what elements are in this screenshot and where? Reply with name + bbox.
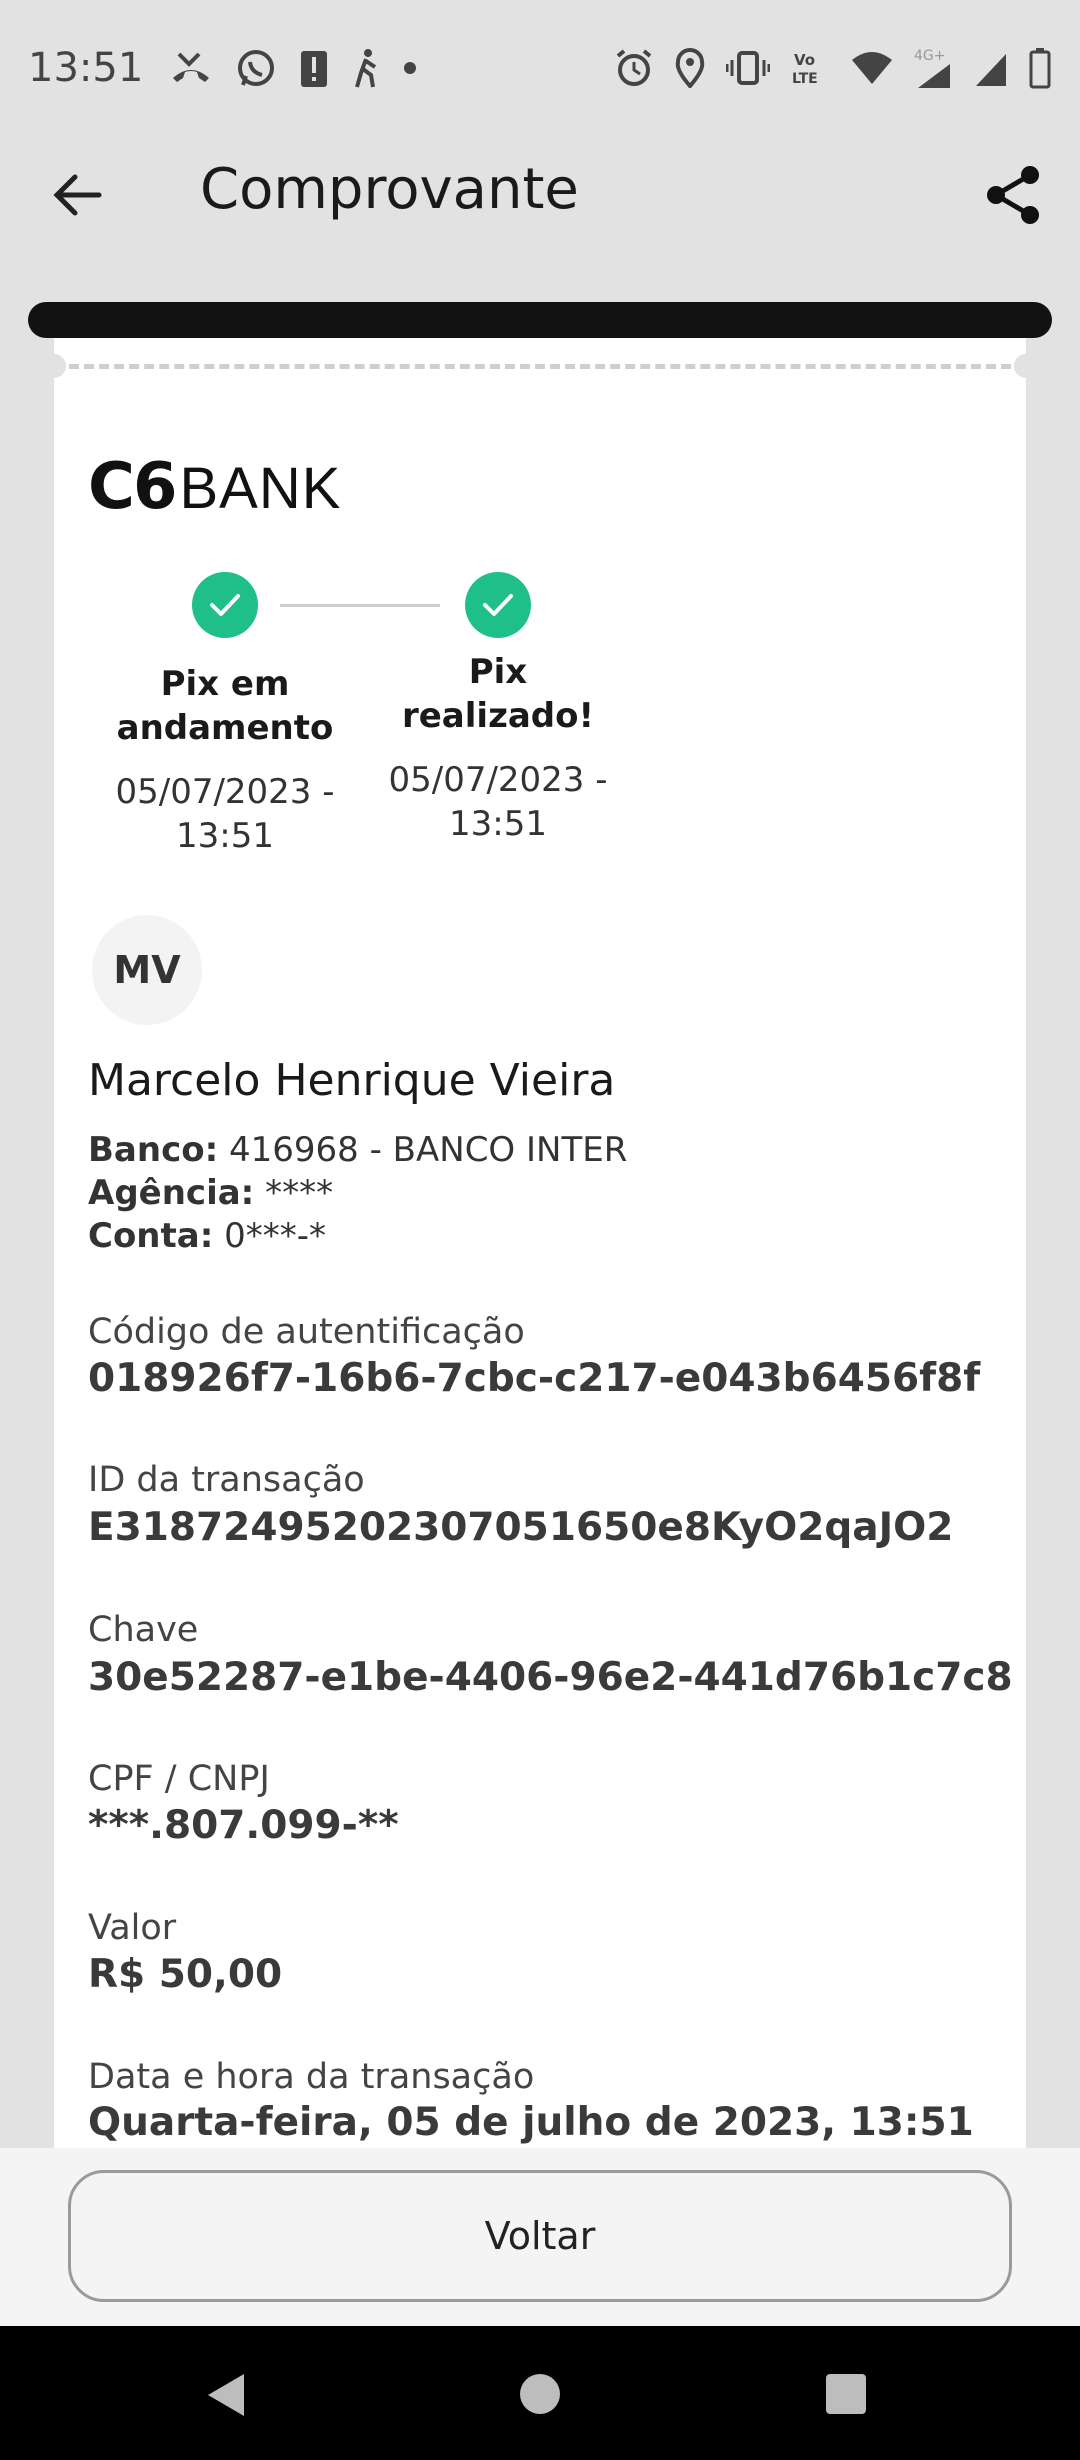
account-info: Conta: 0***-* [88, 1216, 326, 1256]
back-button[interactable] [46, 163, 110, 227]
step-date-line: 13:51 [176, 816, 274, 856]
progress-connector [280, 604, 440, 607]
bank-value: 416968 - BANCO INTER [229, 1130, 628, 1170]
perforation-line [54, 364, 1026, 369]
cpf-cnpj-label: CPF / CNPJ [88, 1759, 270, 1799]
step-label-line: Pix em [160, 664, 290, 704]
receipt-card: C6 BANK Pix em andamento 05/07/2023 - 13… [54, 320, 1026, 2150]
step-label-done: Pix realizado! [368, 650, 628, 738]
missed-call-icon [169, 48, 213, 88]
perforation-notch [54, 354, 66, 378]
vibrate-icon [726, 50, 770, 86]
app-bar: Comprovante [0, 135, 1080, 255]
account-value: 0***-* [224, 1216, 327, 1256]
logo-c6-text: C6 [88, 450, 177, 524]
battery-icon [1028, 47, 1052, 89]
status-right-icons: Vo LTE 4G+ [614, 46, 1052, 90]
step-date-line: 05/07/2023 - [388, 760, 608, 800]
nav-back-icon[interactable] [204, 2372, 248, 2418]
dot-icon [403, 61, 417, 75]
perforation-notch [1014, 354, 1026, 378]
transaction-id-value: E31872495202307051650e8KyO2qaJO2 [88, 1505, 954, 1550]
step-label-line: andamento [116, 708, 334, 748]
alert-icon [299, 47, 329, 89]
step-date-line: 05/07/2023 - [115, 772, 335, 812]
voltar-button[interactable]: Voltar [68, 2170, 1012, 2302]
signal-icon [974, 48, 1008, 88]
svg-text:4G+: 4G+ [914, 48, 946, 64]
whatsapp-icon [235, 47, 277, 89]
status-left-icons [169, 47, 417, 89]
avatar: MV [92, 915, 202, 1025]
share-icon [987, 166, 1039, 224]
svg-text:Vo: Vo [794, 51, 815, 69]
page-title: Comprovante [200, 157, 579, 222]
status-time: 13:51 [28, 44, 144, 91]
key-label: Chave [88, 1610, 199, 1650]
step-label-pending: Pix em andamento [95, 662, 355, 750]
c6-bank-logo: C6 BANK [88, 450, 341, 524]
datetime-label: Data e hora da transação [88, 2057, 535, 2097]
agency-info: Agência: **** [88, 1173, 333, 1213]
svg-text:LTE: LTE [792, 71, 818, 87]
datetime-value: Quarta-feira, 05 de julho de 2023, 13:51 [88, 2100, 974, 2145]
bottom-action-area: Voltar [0, 2148, 1080, 2326]
system-nav-bar [0, 2326, 1080, 2460]
walking-icon [351, 47, 381, 89]
step-label-line: realizado! [401, 696, 594, 736]
step-label-line: Pix [468, 652, 528, 692]
status-bar: 13:51 Vo LTE 4G+ [0, 0, 1080, 135]
arrow-left-icon [53, 174, 102, 216]
nav-home-icon[interactable] [520, 2374, 560, 2414]
receipt-slot [28, 302, 1052, 338]
account-label: Conta: [88, 1216, 214, 1256]
check-icon [465, 572, 531, 638]
agency-value: **** [265, 1173, 334, 1213]
key-value: 30e52287-e1be-4406-96e2-441d76b1c7c8 [88, 1655, 1013, 1700]
auth-code-value: 018926f7-16b6-7cbc-c217-e043b6456f8f [88, 1356, 981, 1401]
step-date-pending: 05/07/2023 - 13:51 [90, 770, 360, 858]
volte-icon: Vo LTE [790, 48, 830, 88]
check-icon [192, 572, 258, 638]
bank-info: Banco: 416968 - BANCO INTER [88, 1130, 627, 1170]
alarm-icon [614, 48, 654, 88]
nav-recents-icon[interactable] [826, 2374, 866, 2414]
bank-label: Banco: [88, 1130, 219, 1170]
step-date-done: 05/07/2023 - 13:51 [363, 758, 633, 846]
auth-code-label: Código de autentificação [88, 1312, 525, 1352]
payee-name: Marcelo Henrique Vieira [88, 1055, 616, 1106]
signal-4g-icon: 4G+ [914, 46, 954, 90]
wifi-icon [850, 50, 894, 86]
location-icon [674, 47, 706, 88]
cpf-cnpj-value: ***.807.099-** [88, 1803, 399, 1848]
share-button[interactable] [980, 161, 1048, 229]
amount-label: Valor [88, 1908, 177, 1948]
step-date-line: 13:51 [449, 804, 547, 844]
logo-bank-text: BANK [179, 456, 342, 521]
transaction-id-label: ID da transação [88, 1460, 365, 1500]
amount-value: R$ 50,00 [88, 1952, 283, 1997]
agency-label: Agência: [88, 1173, 255, 1213]
